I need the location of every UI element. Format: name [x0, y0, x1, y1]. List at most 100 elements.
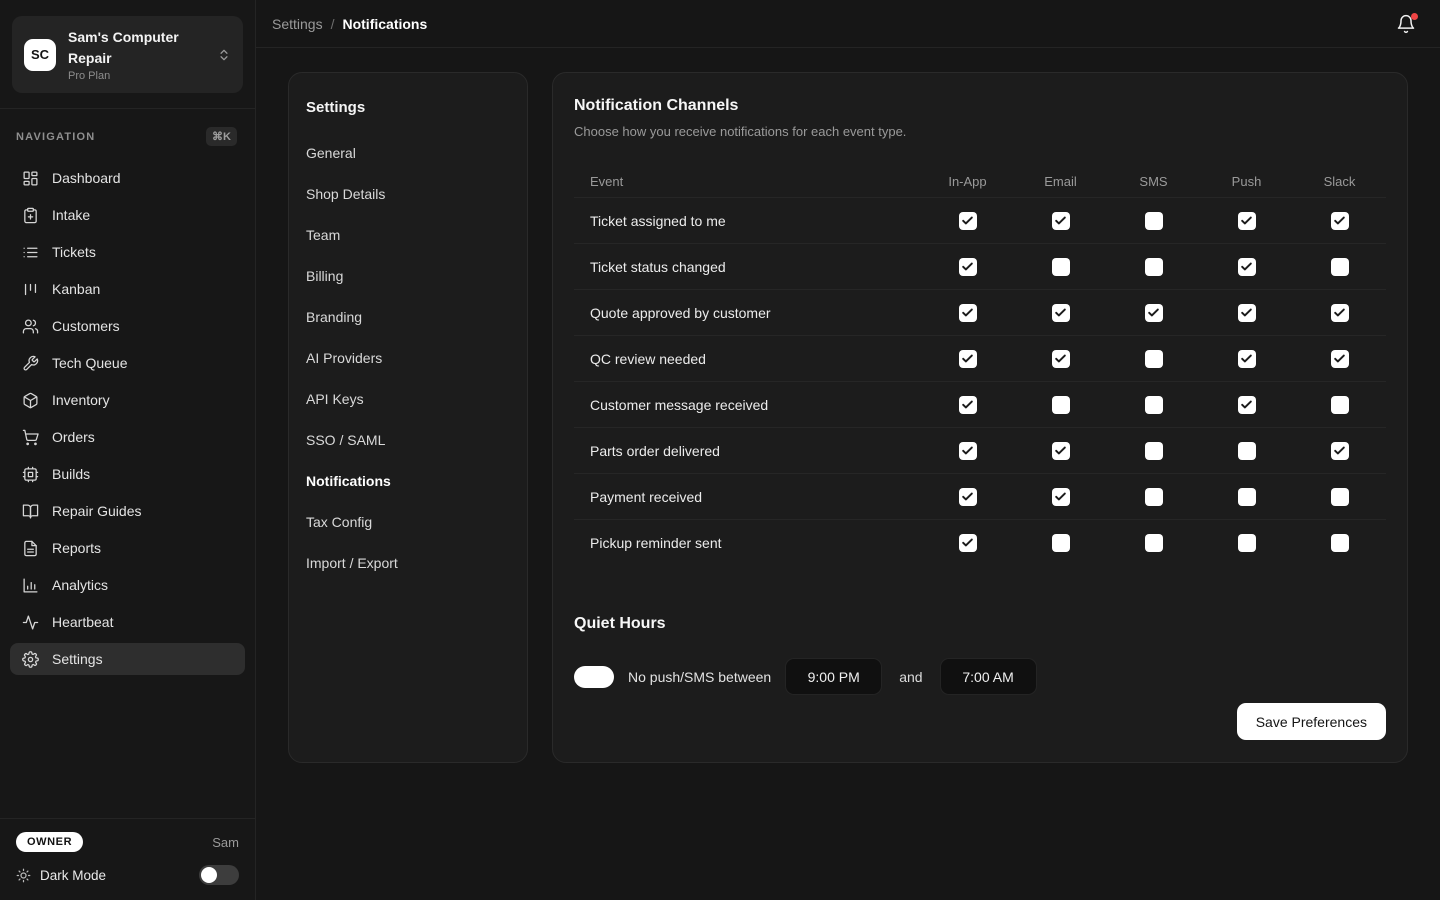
sidebar-item-settings[interactable]: Settings — [10, 643, 245, 675]
settings-subnav-title: Settings — [306, 99, 510, 116]
push-checkbox[interactable] — [1238, 534, 1256, 552]
sms-checkbox[interactable] — [1145, 534, 1163, 552]
email-checkbox[interactable] — [1052, 212, 1070, 230]
sidebar-item-tickets[interactable]: Tickets — [10, 236, 245, 268]
notification-channels-card: Notification Channels Choose how you rec… — [552, 72, 1408, 763]
settings-nav-item-api-keys[interactable]: API Keys — [306, 378, 510, 419]
breadcrumb-notifications: Notifications — [342, 16, 427, 32]
sms-checkbox[interactable] — [1145, 212, 1163, 230]
sidebar-item-kanban[interactable]: Kanban — [10, 273, 245, 305]
quiet-hours-row: No push/SMS between and — [574, 658, 1386, 695]
sms-checkbox[interactable] — [1145, 396, 1163, 414]
sidebar-item-inventory[interactable]: Inventory — [10, 384, 245, 416]
notifications-bell-button[interactable] — [1396, 14, 1416, 34]
sms-checkbox[interactable] — [1145, 304, 1163, 322]
settings-nav-item-general[interactable]: General — [306, 132, 510, 173]
slack-checkbox[interactable] — [1331, 534, 1349, 552]
breadcrumb: Settings / Notifications — [272, 16, 427, 32]
event-label: Customer message received — [574, 397, 921, 413]
sidebar-nav: Dashboard Intake Tickets Kanban Customers Tec… — [0, 158, 255, 675]
sidebar-item-builds[interactable]: Builds — [10, 458, 245, 490]
workspace-switcher[interactable]: SC Sam's Computer Repair Pro Plan — [12, 16, 243, 93]
push-checkbox[interactable] — [1238, 304, 1256, 322]
sidebar-item-label: Inventory — [52, 392, 110, 408]
panel-subtitle: Choose how you receive notifications for… — [574, 124, 1386, 139]
in-app-checkbox[interactable] — [959, 534, 977, 552]
table-header-row: EventIn-AppEmailSMSPushSlack — [574, 165, 1386, 197]
sidebar-item-label: Dashboard — [52, 170, 121, 186]
table-row: QC review needed — [574, 335, 1386, 381]
slack-checkbox[interactable] — [1331, 258, 1349, 276]
in-app-checkbox[interactable] — [959, 488, 977, 506]
in-app-checkbox[interactable] — [959, 304, 977, 322]
sidebar-item-tech-queue[interactable]: Tech Queue — [10, 347, 245, 379]
email-checkbox[interactable] — [1052, 304, 1070, 322]
sidebar-item-reports[interactable]: Reports — [10, 532, 245, 564]
email-checkbox[interactable] — [1052, 442, 1070, 460]
notification-dot — [1411, 13, 1418, 20]
sms-checkbox[interactable] — [1145, 258, 1163, 276]
sidebar-item-dashboard[interactable]: Dashboard — [10, 162, 245, 194]
settings-nav-item-tax-config[interactable]: Tax Config — [306, 501, 510, 542]
quiet-hours-toggle[interactable] — [574, 666, 614, 688]
sidebar-item-intake[interactable]: Intake — [10, 199, 245, 231]
slack-checkbox[interactable] — [1331, 396, 1349, 414]
role-badge: OWNER — [16, 832, 83, 852]
settings-nav-item-branding[interactable]: Branding — [306, 296, 510, 337]
content: Settings GeneralShop DetailsTeamBillingB… — [256, 48, 1440, 787]
top-bar: Settings / Notifications — [256, 0, 1440, 48]
navigation-section-label: NAVIGATION — [16, 131, 95, 143]
sidebar-item-analytics[interactable]: Analytics — [10, 569, 245, 601]
email-checkbox[interactable] — [1052, 396, 1070, 414]
quiet-hours-end-input[interactable] — [940, 658, 1037, 695]
push-checkbox[interactable] — [1238, 396, 1256, 414]
in-app-checkbox[interactable] — [959, 396, 977, 414]
slack-checkbox[interactable] — [1331, 442, 1349, 460]
in-app-checkbox[interactable] — [959, 258, 977, 276]
list-icon — [22, 244, 39, 261]
save-preferences-button[interactable]: Save Preferences — [1237, 703, 1386, 740]
sms-checkbox[interactable] — [1145, 350, 1163, 368]
sms-checkbox[interactable] — [1145, 442, 1163, 460]
table-row: Pickup reminder sent — [574, 519, 1386, 565]
push-checkbox[interactable] — [1238, 488, 1256, 506]
settings-nav-item-shop-details[interactable]: Shop Details — [306, 173, 510, 214]
sidebar-item-heartbeat[interactable]: Heartbeat — [10, 606, 245, 638]
push-checkbox[interactable] — [1238, 258, 1256, 276]
kanban-icon — [22, 281, 39, 298]
settings-nav-item-billing[interactable]: Billing — [306, 255, 510, 296]
breadcrumb-settings[interactable]: Settings — [272, 16, 323, 32]
email-checkbox[interactable] — [1052, 258, 1070, 276]
sidebar-item-label: Reports — [52, 540, 101, 556]
in-app-checkbox[interactable] — [959, 442, 977, 460]
event-label: Quote approved by customer — [574, 305, 921, 321]
slack-checkbox[interactable] — [1331, 350, 1349, 368]
sidebar-item-repair-guides[interactable]: Repair Guides — [10, 495, 245, 527]
main-area: Settings / Notifications Settings Genera… — [256, 0, 1440, 900]
sidebar-item-customers[interactable]: Customers — [10, 310, 245, 342]
push-checkbox[interactable] — [1238, 350, 1256, 368]
settings-nav-item-sso-saml[interactable]: SSO / SAML — [306, 419, 510, 460]
slack-checkbox[interactable] — [1331, 488, 1349, 506]
dark-mode-toggle[interactable] — [199, 865, 239, 885]
chevrons-up-down-icon — [217, 48, 231, 62]
quiet-hours-and-label: and — [899, 669, 922, 685]
slack-checkbox[interactable] — [1331, 212, 1349, 230]
sidebar-item-orders[interactable]: Orders — [10, 421, 245, 453]
settings-nav-item-import-export[interactable]: Import / Export — [306, 542, 510, 583]
in-app-checkbox[interactable] — [959, 212, 977, 230]
email-checkbox[interactable] — [1052, 534, 1070, 552]
sms-checkbox[interactable] — [1145, 488, 1163, 506]
quiet-hours-start-input[interactable] — [785, 658, 882, 695]
email-checkbox[interactable] — [1052, 350, 1070, 368]
sidebar-item-label: Intake — [52, 207, 90, 223]
email-checkbox[interactable] — [1052, 488, 1070, 506]
slack-checkbox[interactable] — [1331, 304, 1349, 322]
settings-nav-item-notifications[interactable]: Notifications — [306, 460, 510, 501]
in-app-checkbox[interactable] — [959, 350, 977, 368]
sidebar-item-label: Tech Queue — [52, 355, 128, 371]
settings-nav-item-ai-providers[interactable]: AI Providers — [306, 337, 510, 378]
push-checkbox[interactable] — [1238, 442, 1256, 460]
push-checkbox[interactable] — [1238, 212, 1256, 230]
settings-nav-item-team[interactable]: Team — [306, 214, 510, 255]
